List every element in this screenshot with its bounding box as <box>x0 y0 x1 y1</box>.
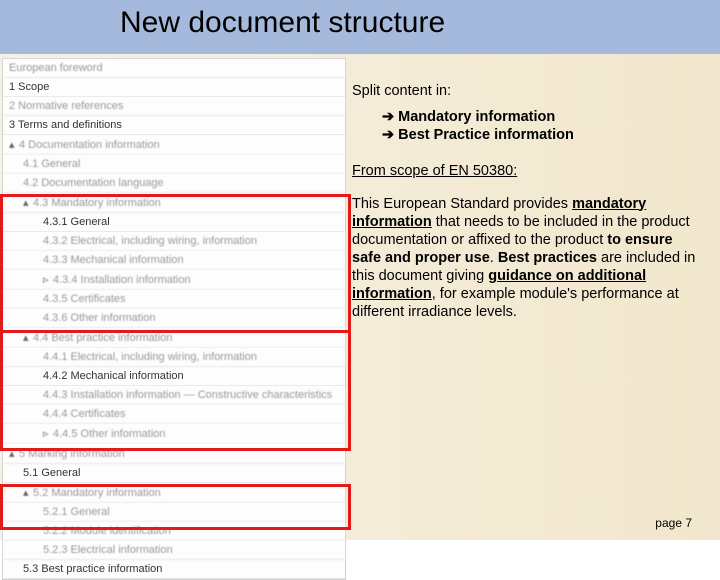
toc-label: 4.3.2 Electrical, including wiring, info… <box>43 235 257 247</box>
toc-row: ▹4.3.4 Installation information <box>3 270 345 290</box>
text: . <box>490 250 498 266</box>
toc-row: 4.3.1 General <box>3 213 345 232</box>
toc-label: 4.2 Documentation language <box>23 177 164 189</box>
toc-label: 4 Documentation information <box>19 139 160 151</box>
bullet-mandatory: ➔ Mandatory information <box>382 108 702 126</box>
toc-label: 4.3.1 General <box>43 216 110 228</box>
arrow-icon: ➔ <box>382 126 394 144</box>
toc-label: 1 Scope <box>9 81 49 93</box>
toc-row: 5.2.2 Module identification <box>3 522 345 541</box>
scope-heading: From scope of EN 50380: <box>352 162 702 180</box>
scope-paragraph: This European Standard provides mandator… <box>352 195 702 322</box>
toc-label: 4.3.3 Mechanical information <box>43 254 184 266</box>
toc-row: 5.2.1 General <box>3 503 345 522</box>
tree-toggle-icon: ▴ <box>9 447 19 460</box>
bullet-text: Best Practice information <box>398 126 574 144</box>
toc-label: 4.3.6 Other information <box>43 312 156 324</box>
toc-row: 5.2.3 Electrical information <box>3 541 345 560</box>
toc-label: 4.3.4 Installation information <box>53 274 191 286</box>
toc-row: ▴4.4 Best practice information <box>3 328 345 348</box>
content-block: Split content in: ➔ Mandatory informatio… <box>352 82 702 329</box>
tree-toggle-icon: ▹ <box>43 427 53 440</box>
slide-header: New document structure <box>0 0 720 54</box>
text: This European Standard provides <box>352 196 572 212</box>
toc-row: 4.1 General <box>3 155 345 174</box>
toc-label: 3 Terms and definitions <box>9 119 122 131</box>
toc-row: ▴5.2 Mandatory information <box>3 483 345 503</box>
toc-row: 4.3.2 Electrical, including wiring, info… <box>3 232 345 251</box>
toc-label: 4.4.4 Certificates <box>43 408 126 420</box>
toc-label: 4.4.2 Mechanical information <box>43 370 184 382</box>
toc-label: 5.3 Best practice information <box>23 563 162 575</box>
toc-row: 3 Terms and definitions <box>3 116 345 135</box>
slide-title: New document structure <box>120 6 445 40</box>
toc-row: 5.1 General <box>3 464 345 483</box>
toc-label: 4.4.3 Installation information — Constru… <box>43 389 332 401</box>
bullet-bestpractice: ➔ Best Practice information <box>382 126 702 144</box>
arrow-icon: ➔ <box>382 108 394 126</box>
lead-line: Split content in: <box>352 82 702 100</box>
toc-row: ▹4.4.5 Other information <box>3 424 345 444</box>
toc-row: 5.3 Best practice information <box>3 560 345 579</box>
text-bold: Best practices <box>498 250 597 266</box>
toc-row: ▴4 Documentation information <box>3 135 345 155</box>
toc-row: 4.4.1 Electrical, including wiring, info… <box>3 348 345 367</box>
tree-toggle-icon: ▴ <box>23 486 33 499</box>
tree-toggle-icon: ▴ <box>23 331 33 344</box>
toc-label: European foreword <box>9 62 103 74</box>
toc-row: ▴5 Marking information <box>3 444 345 464</box>
toc-label: 2 Normative references <box>9 100 123 112</box>
tree-toggle-icon: ▴ <box>9 138 19 151</box>
toc-row: 4.4.2 Mechanical information <box>3 367 345 386</box>
toc-panel: European foreword 1 Scope 2 Normative refe… <box>2 58 346 580</box>
slide-body: European foreword 1 Scope 2 Normative refe… <box>0 54 720 540</box>
toc-label: 4.4 Best practice information <box>33 332 172 344</box>
toc-label: 5.1 General <box>23 467 80 479</box>
toc-label: 4.4.1 Electrical, including wiring, info… <box>43 351 257 363</box>
toc-label: 5.2.2 Module identification <box>43 525 171 537</box>
toc-row: 4.3.5 Certificates <box>3 290 345 309</box>
tree-toggle-icon: ▴ <box>23 196 33 209</box>
toc-row: European foreword <box>3 59 345 78</box>
toc-label: 4.1 General <box>23 158 80 170</box>
toc-label: 4.3 Mandatory information <box>33 197 161 209</box>
toc-row: 4.4.4 Certificates <box>3 405 345 424</box>
toc-label: 4.3.5 Certificates <box>43 293 126 305</box>
page-number: page 7 <box>655 516 692 530</box>
toc-row: 4.3.3 Mechanical information <box>3 251 345 270</box>
toc-label: 4.4.5 Other information <box>53 428 166 440</box>
toc-label: 5.2.1 General <box>43 506 110 518</box>
toc-row: 4.2 Documentation language <box>3 174 345 193</box>
tree-toggle-icon: ▹ <box>43 273 53 286</box>
toc-row: 4.4.3 Installation information — Constru… <box>3 386 345 405</box>
toc-label: 5 Marking information <box>19 448 125 460</box>
toc-row: 1 Scope <box>3 78 345 97</box>
bullet-text: Mandatory information <box>398 108 555 126</box>
toc-row: ▴4.3 Mandatory information <box>3 193 345 213</box>
toc-label: 5.2.3 Electrical information <box>43 544 173 556</box>
toc-label: 5.2 Mandatory information <box>33 487 161 499</box>
toc-row: 4.3.6 Other information <box>3 309 345 328</box>
toc-row: 2 Normative references <box>3 97 345 116</box>
